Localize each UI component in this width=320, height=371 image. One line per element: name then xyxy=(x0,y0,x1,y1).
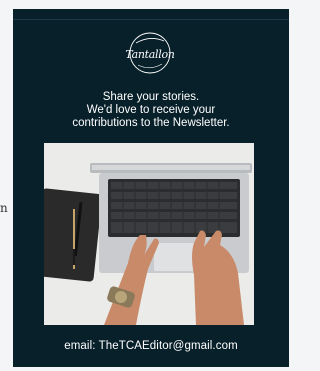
cropped-text-fragment: n xyxy=(0,201,8,215)
message-line: contributions to the Newsletter. xyxy=(72,117,230,129)
newsletter-panel: Tantallon Share your stories. We'd love … xyxy=(13,9,289,367)
email-contact: email: TheTCAEditor@gmail.com xyxy=(64,340,238,352)
divider-line xyxy=(13,19,289,20)
laptop-photo xyxy=(44,143,254,325)
message-line: Share your stories. xyxy=(102,91,200,103)
call-to-action-message: Share your stories. We'd love to receive… xyxy=(13,91,289,130)
notebook-icon xyxy=(44,188,103,282)
message-line: We'd love to receive your xyxy=(86,104,216,116)
logo-wordmark: Tantallon xyxy=(125,48,175,61)
